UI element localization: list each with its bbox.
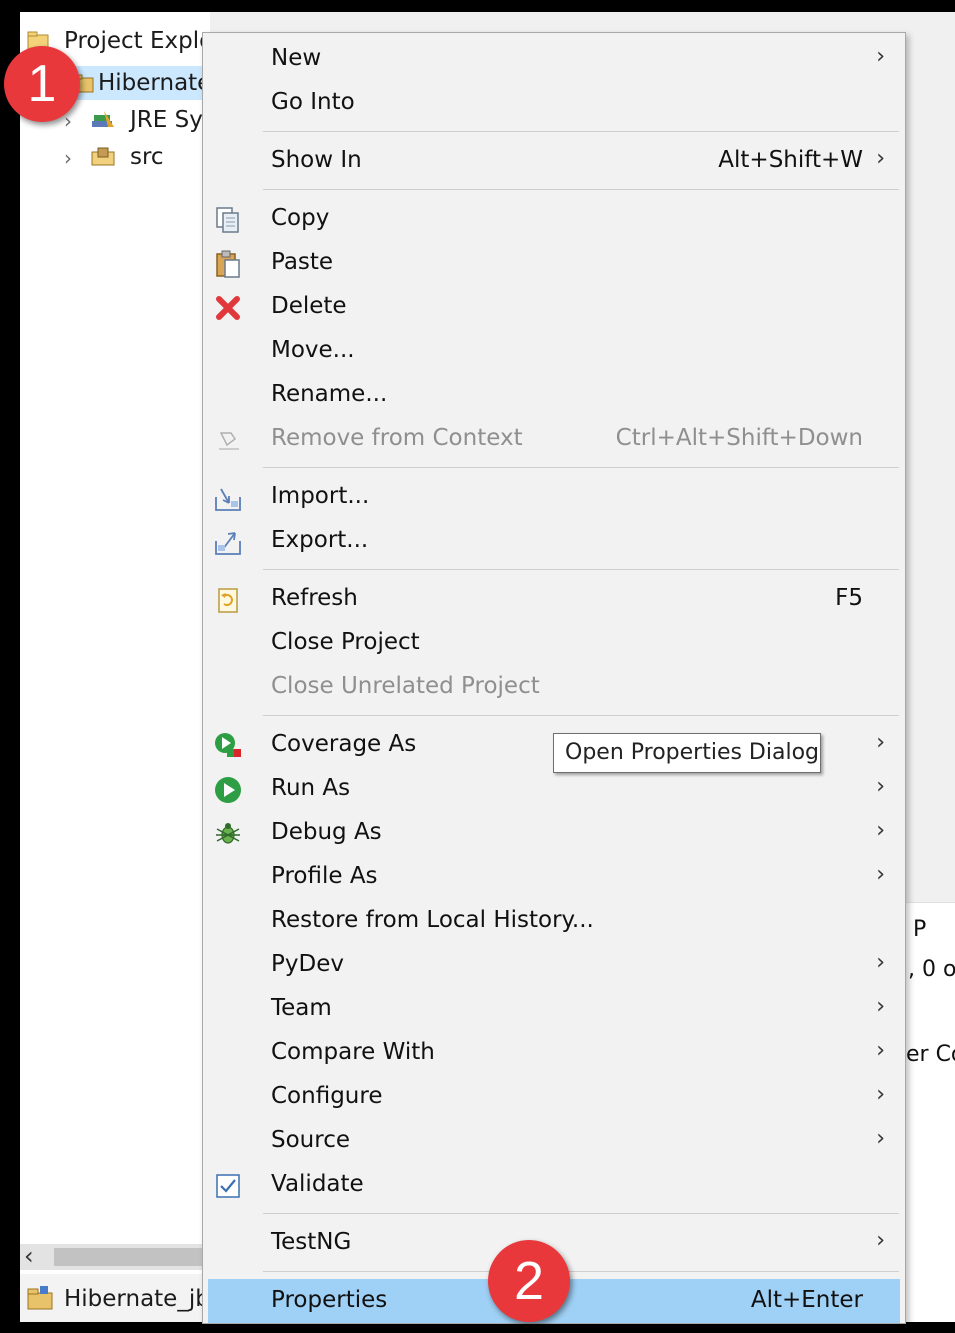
chevron-right-icon: ›: [876, 146, 885, 171]
context-menu: New › Go Into Show In Alt+Shift+W › Copy…: [202, 32, 906, 1324]
menu-item-pydev[interactable]: PyDev ›: [203, 943, 905, 987]
menu-item-source[interactable]: Source ›: [203, 1119, 905, 1163]
tooltip: Open Properties Dialog: [553, 733, 821, 773]
menu-item-configure[interactable]: Configure ›: [203, 1075, 905, 1119]
menu-item-close-unrelated-project: Close Unrelated Project: [271, 673, 540, 699]
copy-icon: [216, 207, 239, 233]
shortcut-label: Alt+Enter: [750, 1287, 863, 1313]
tree-item-label: Hibernate: [98, 70, 210, 96]
import-icon: [215, 488, 241, 511]
chevron-right-icon: ›: [876, 730, 885, 755]
scroll-left-icon[interactable]: ‹: [24, 1242, 34, 1270]
menu-item-export[interactable]: Export...: [203, 519, 905, 563]
horizontal-scrollbar[interactable]: ‹: [20, 1242, 210, 1270]
tree-item-label: src: [130, 144, 164, 170]
explorer-title: Project Explo: [64, 28, 210, 54]
chevron-right-icon: ›: [876, 1038, 885, 1063]
chevron-right-icon: ›: [876, 950, 885, 975]
tooltip-text: Open Properties Dialog: [565, 740, 819, 765]
menu-item-show-in[interactable]: Show In Alt+Shift+W ›: [203, 139, 905, 183]
menu-item-run-as[interactable]: Run As ›: [203, 767, 905, 811]
menu-separator: [263, 1213, 899, 1214]
menu-separator: [263, 189, 899, 190]
run-icon: [215, 777, 241, 803]
tree-item-label: JRE Sys: [130, 107, 210, 133]
shortcut-label: Alt+Shift+W: [718, 147, 863, 173]
menu-item-new[interactable]: New ›: [203, 37, 905, 81]
chevron-right-icon: ›: [876, 862, 885, 887]
menu-item-validate[interactable]: Validate: [203, 1163, 905, 1207]
chevron-right-icon: ›: [876, 1082, 885, 1107]
menu-item-rename[interactable]: Rename...: [203, 373, 905, 417]
menu-item-debug-as[interactable]: Debug As ›: [203, 811, 905, 855]
tree-item-src[interactable]: › src: [20, 140, 210, 174]
chevron-right-icon: ›: [876, 1126, 885, 1151]
menu-item-compare-with[interactable]: Compare With ›: [203, 1031, 905, 1075]
remove-context-icon: [219, 432, 239, 450]
scrollbar-thumb[interactable]: [54, 1248, 204, 1266]
chevron-right-icon: ›: [876, 1228, 885, 1253]
chevron-right-icon: ›: [876, 774, 885, 799]
debug-icon: [216, 823, 240, 844]
step-badge-1: 1: [4, 46, 80, 122]
chevron-right-icon: ›: [876, 44, 885, 69]
menu-separator: [263, 715, 899, 716]
library-icon: [92, 111, 114, 127]
menu-item-remove-from-context: Remove from Context Ctrl+Alt+Shift+Down: [203, 417, 905, 461]
background-text: er Co: [906, 1042, 955, 1067]
chevron-right-icon: ›: [876, 994, 885, 1019]
menu-item-paste[interactable]: Paste: [203, 241, 905, 285]
coverage-icon: [215, 733, 241, 757]
menu-item-refresh[interactable]: Refresh F5: [203, 577, 905, 621]
menu-separator: [263, 131, 899, 132]
status-project-name: Hibernate_jb: [64, 1286, 210, 1312]
menu-item-close-project[interactable]: Close Project: [203, 621, 905, 665]
menu-item-restore-from-local-history[interactable]: Restore from Local History...: [203, 899, 905, 943]
background-tab-label: P: [913, 917, 927, 942]
menu-item-move[interactable]: Move...: [203, 329, 905, 373]
menu-item-import[interactable]: Import...: [203, 475, 905, 519]
menu-separator: [263, 1271, 899, 1272]
shortcut-label: Ctrl+Alt+Shift+Down: [615, 425, 863, 451]
background-text: , 0 ot: [908, 957, 955, 982]
project-folder-icon: [27, 1286, 53, 1310]
menu-separator: [263, 467, 899, 468]
export-icon: [215, 532, 241, 555]
menu-item-delete[interactable]: Delete: [203, 285, 905, 329]
checkbox-icon: [216, 1174, 240, 1198]
project-explorer: Project Explo Hibernate › JRE Sys › src …: [20, 12, 210, 1322]
menu-item-copy[interactable]: Copy: [203, 197, 905, 241]
step-badge-2: 2: [488, 1240, 570, 1322]
menu-item-team[interactable]: Team ›: [203, 987, 905, 1031]
shortcut-label: F5: [835, 585, 863, 611]
chevron-right-icon: ›: [876, 818, 885, 843]
delete-icon: [216, 296, 240, 320]
menu-item-go-into[interactable]: Go Into: [203, 81, 905, 125]
menu-separator: [263, 569, 899, 570]
refresh-icon: [218, 588, 238, 613]
status-bar: Hibernate_jb: [20, 1274, 210, 1322]
package-folder-icon: [91, 147, 115, 166]
menu-item-profile-as[interactable]: Profile As ›: [203, 855, 905, 899]
paste-icon: [216, 250, 240, 278]
chevron-right-icon[interactable]: ›: [64, 146, 72, 170]
